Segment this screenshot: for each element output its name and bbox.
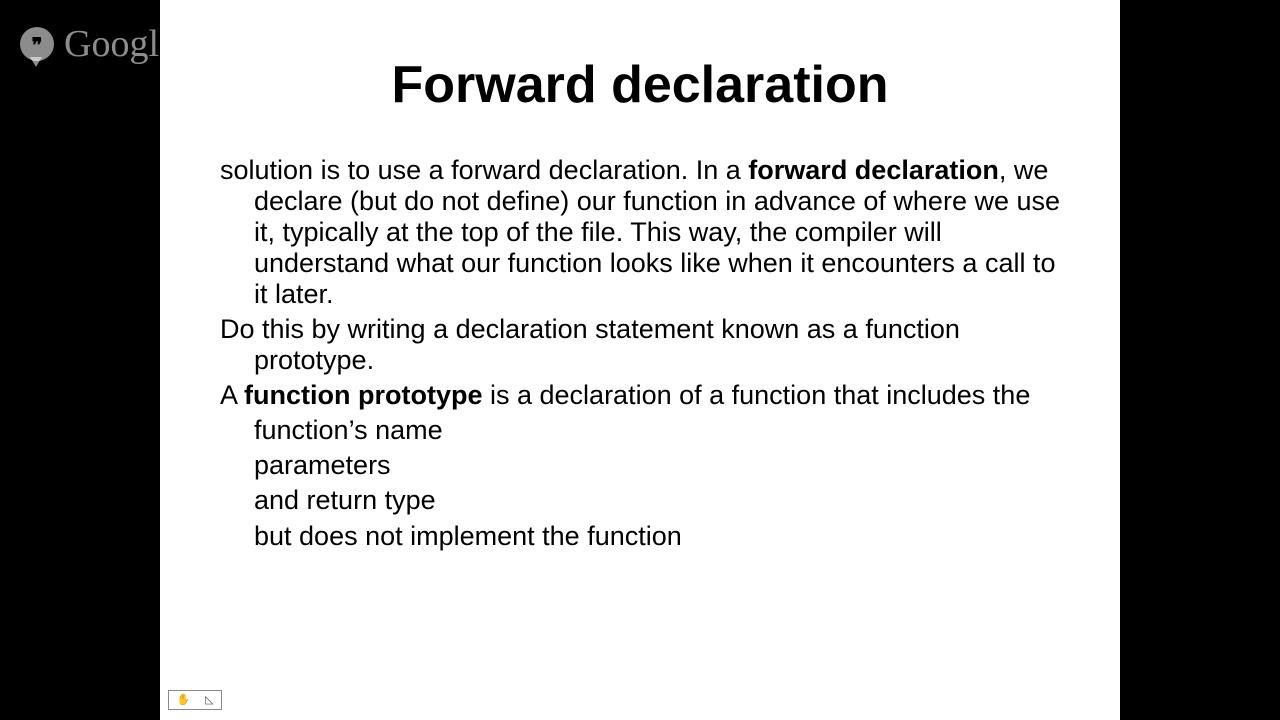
slide-title: Forward declaration	[220, 55, 1060, 115]
quote-mark-icon: ❞	[32, 36, 43, 56]
presentation-slide: Forward declaration solution is to use a…	[160, 0, 1120, 720]
pen-tool-icon[interactable]: ◺	[205, 695, 213, 706]
hangouts-icon: ❞	[20, 27, 54, 61]
paragraph-3: A function prototype is a declaration of…	[220, 380, 1060, 411]
list-item: parameters	[220, 450, 1060, 481]
list-item: function’s name	[220, 415, 1060, 446]
presenter-toolbar[interactable]: ✋ ◺	[168, 690, 222, 710]
paragraph-1: solution is to use a forward declaration…	[220, 155, 1060, 310]
paragraph-2: Do this by writing a declaration stateme…	[220, 314, 1060, 376]
list-item: and return type	[220, 485, 1060, 516]
hand-tool-icon[interactable]: ✋	[176, 695, 190, 706]
slide-body: solution is to use a forward declaration…	[220, 155, 1060, 552]
list-item: but does not implement the function	[220, 521, 1060, 552]
